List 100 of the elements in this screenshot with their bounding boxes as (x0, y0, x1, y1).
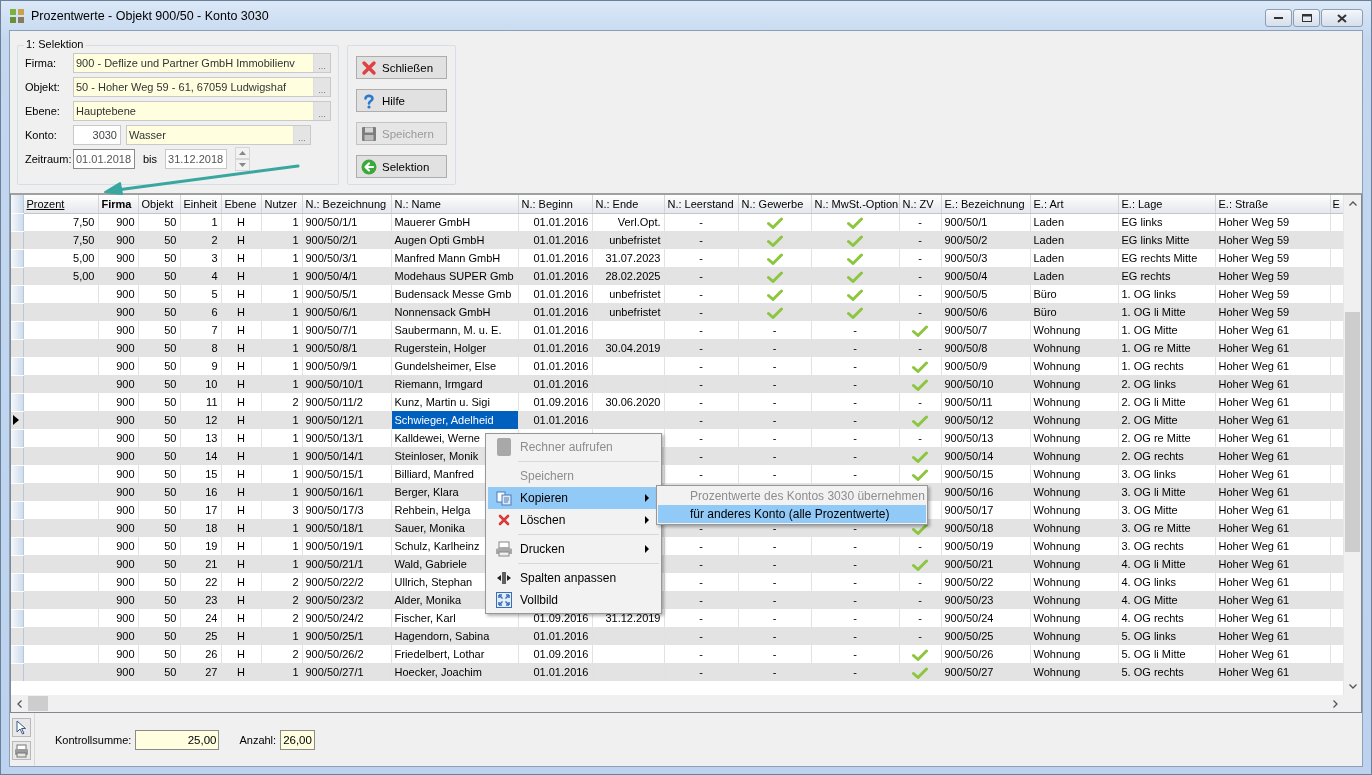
column-header[interactable]: N.: Ende (592, 195, 664, 213)
table-cell: H (221, 447, 261, 465)
lookup-field[interactable]: 900 - Deflize und Partner GmbH Immobilienv ... (73, 53, 331, 73)
maximize-button[interactable] (1293, 9, 1320, 27)
table-cell: - (899, 627, 941, 645)
cursor-icon (16, 720, 27, 735)
submenu-arrow-icon (645, 516, 649, 524)
table-cell: 50 (138, 267, 180, 285)
table-cell: 900/50/21/1 (302, 555, 391, 573)
selected-cell[interactable]: Schwieger, Adelheid (391, 411, 517, 429)
column-header[interactable]: Objekt (138, 195, 180, 213)
table-cell: - (811, 339, 899, 357)
table-cell: 1. OG re Mitte (1118, 339, 1215, 357)
table-cell: Hoher Weg 61 (1215, 627, 1330, 645)
column-header[interactable]: Nutzer (261, 195, 302, 213)
print-tool-button[interactable] (12, 741, 31, 760)
table-cell: 50 (138, 483, 180, 501)
table-cell: 50 (138, 663, 180, 681)
table-cell: 900/50/27 (941, 663, 1030, 681)
column-header[interactable]: N.: Bezeichnung (302, 195, 391, 213)
column-header[interactable]: Prozent (23, 195, 98, 213)
table-cell: - (664, 231, 738, 249)
action-button[interactable]: Selektion (356, 155, 447, 178)
table-cell: unbefristet (592, 303, 664, 321)
table-cell: - (899, 303, 941, 321)
column-header[interactable]: Firma (98, 195, 138, 213)
table-cell: 900/50/4 (941, 267, 1030, 285)
table-cell: Laden (1030, 231, 1118, 249)
table-cell: Laden (1030, 267, 1118, 285)
column-header[interactable]: N.: ZV (899, 195, 941, 213)
table-cell: 900/50/10 (941, 375, 1030, 393)
vertical-scrollbar[interactable] (1343, 195, 1361, 695)
table-cell: 23 (180, 591, 221, 609)
column-header[interactable]: N.: Beginn (518, 195, 592, 213)
table-cell: Nonnensack GmbH (391, 303, 518, 321)
up-arrow-icon (239, 151, 247, 155)
scroll-down-icon (1348, 684, 1357, 689)
date-field[interactable]: 31.12.2018 (165, 149, 228, 169)
table-cell: 900/50/25 (941, 627, 1030, 645)
browse-button[interactable]: ... (313, 54, 330, 72)
column-header[interactable]: N.: MwSt.-Option (811, 195, 899, 213)
field-label: Zeitraum: (25, 153, 73, 165)
browse-button[interactable]: ... (313, 78, 330, 96)
table-cell: 50 (138, 375, 180, 393)
submenu-arrow-icon (645, 494, 649, 502)
table-cell: Modehaus SUPER Gmb (391, 267, 518, 285)
back-arrow-icon (361, 158, 377, 175)
lookup-field[interactable]: 50 - Hoher Weg 59 - 61, 67059 Ludwigshaf ... (73, 77, 331, 97)
close-button[interactable] (1321, 9, 1363, 27)
table-cell: EG links Mitte (1118, 231, 1215, 249)
field-label: Firma: (25, 57, 58, 69)
browse-button[interactable]: ... (293, 126, 310, 144)
column-header[interactable]: E.: Lage (1118, 195, 1215, 213)
action-button[interactable]: Hilfe (356, 89, 447, 112)
date-field[interactable]: 01.01.2018 (73, 149, 135, 169)
spin-up-button[interactable] (235, 147, 251, 159)
field-label: Kontrollsumme: (55, 733, 132, 746)
table-cell: 2 (180, 231, 221, 249)
table-cell: 900 (98, 483, 138, 501)
column-header[interactable]: Einheit (180, 195, 221, 213)
column-header[interactable]: N.: Gewerbe (738, 195, 811, 213)
menu-item[interactable]: Kopieren (488, 487, 659, 509)
column-header[interactable]: N.: Name (391, 195, 518, 213)
table-cell: 1 (261, 267, 302, 285)
table-cell: Wohnung (1030, 627, 1118, 645)
table-cell: - (664, 267, 738, 285)
minimize-button[interactable] (1265, 9, 1292, 27)
column-header[interactable]: Ebene (221, 195, 261, 213)
table-cell: 21 (180, 555, 221, 573)
pointer-tool-button[interactable] (12, 718, 31, 737)
horizontal-scrollbar[interactable] (11, 695, 1361, 712)
browse-button[interactable]: ... (313, 102, 330, 120)
account-number-field[interactable]: 3030 (73, 125, 121, 145)
table-cell: 10 (180, 375, 221, 393)
spin-down-button[interactable] (235, 159, 251, 171)
table-cell: 900 (98, 339, 138, 357)
table-cell: 900 (98, 627, 138, 645)
field-label: bis (143, 153, 158, 165)
table-cell: 1 (261, 231, 302, 249)
table-cell: 1. OG li Mitte (1118, 303, 1215, 321)
table-cell: - (738, 375, 811, 393)
table-cell: 900/50/14/1 (302, 447, 391, 465)
table-cell: H (221, 303, 261, 321)
scroll-thumb[interactable] (1345, 312, 1360, 552)
column-header[interactable]: E.: Art (1030, 195, 1118, 213)
menu-item[interactable]: für anderes Konto (alle Prozentwerte) (658, 505, 926, 523)
action-button[interactable]: Schließen (356, 56, 447, 79)
column-header[interactable]: N.: Leerstand (664, 195, 738, 213)
table-cell: Hagendorn, Sabina (391, 627, 518, 645)
table-cell: - (738, 627, 811, 645)
submenu-arrow-icon (645, 545, 649, 553)
lookup-field[interactable]: Hauptebene ... (73, 101, 331, 121)
column-header[interactable]: E.: Bezeichnung (941, 195, 1030, 213)
column-header[interactable]: E.: Straße (1215, 195, 1330, 213)
table-cell: 18 (180, 519, 221, 537)
lookup-field[interactable]: Wasser ... (126, 125, 311, 145)
table-cell: 50 (138, 339, 180, 357)
scroll-thumb[interactable] (28, 696, 48, 711)
close-icon (1337, 13, 1347, 23)
table-cell: 1 (261, 303, 302, 321)
